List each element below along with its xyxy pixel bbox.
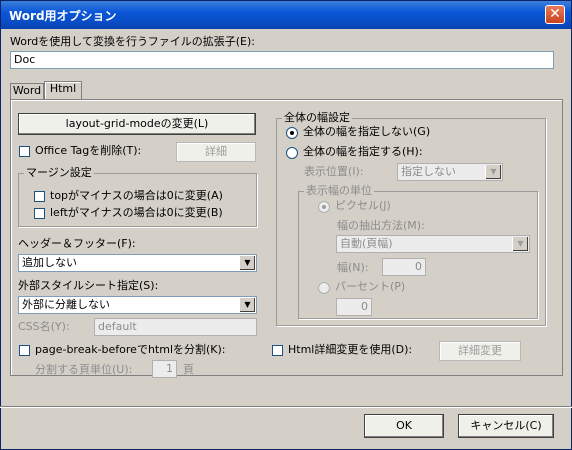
position-value: 指定しない bbox=[401, 165, 456, 178]
external-style-select[interactable]: 外部に分離しない ▼ bbox=[18, 296, 257, 314]
page-break-checkbox[interactable] bbox=[19, 345, 30, 356]
close-icon: ✕ bbox=[549, 6, 561, 22]
footer-separator bbox=[0, 406, 572, 408]
width-settings-title: 全体の幅設定 bbox=[282, 111, 352, 125]
tab-html[interactable]: Html bbox=[44, 81, 82, 99]
radio-pixel-label: ピクセル(J) bbox=[335, 199, 391, 212]
radio-pixel[interactable] bbox=[318, 201, 330, 213]
page-unit-label: 分割する頁単位(U): bbox=[35, 363, 133, 376]
radio-width-not-specified-label: 全体の幅を指定しない(G) bbox=[303, 125, 431, 138]
office-tag-label: Office Tagを削除(T): bbox=[35, 144, 142, 157]
office-tag-checkbox[interactable] bbox=[19, 146, 30, 157]
html-detail-label: Html詳細変更を使用(D): bbox=[288, 343, 413, 356]
css-name-label: CSS名(Y): bbox=[18, 320, 70, 333]
header-footer-label: ヘッダー＆フッター(F): bbox=[18, 237, 136, 250]
html-detail-checkbox[interactable] bbox=[272, 345, 283, 356]
radio-width-not-specified[interactable] bbox=[286, 127, 298, 139]
chevron-down-icon: ▼ bbox=[239, 298, 255, 312]
unit-group-title: 表示幅の単位 bbox=[304, 184, 374, 198]
radio-percent-label: パーセント(P) bbox=[335, 280, 406, 293]
chevron-down-icon: ▼ bbox=[512, 237, 528, 251]
header-footer-select[interactable]: 追加しない ▼ bbox=[18, 254, 257, 272]
page-unit-suffix: 頁 bbox=[183, 363, 194, 376]
extract-method-select[interactable]: 自動(頁幅) ▼ bbox=[336, 235, 530, 253]
extract-method-label: 幅の抽出方法(M): bbox=[337, 219, 425, 232]
radio-width-specified-label: 全体の幅を指定する(H): bbox=[303, 145, 423, 158]
position-select[interactable]: 指定しない ▼ bbox=[397, 163, 503, 181]
chevron-down-icon: ▼ bbox=[485, 165, 501, 179]
external-style-value: 外部に分離しない bbox=[22, 298, 110, 311]
css-name-input[interactable]: default bbox=[94, 318, 257, 336]
width-label: 幅(N): bbox=[337, 261, 369, 274]
percent-input[interactable]: 0 bbox=[336, 298, 372, 316]
radio-width-specified[interactable] bbox=[286, 147, 298, 159]
extension-input[interactable]: Doc bbox=[10, 51, 554, 69]
chevron-down-icon: ▼ bbox=[239, 256, 255, 270]
extension-label: Wordを使用して変換を行うファイルの拡張子(E): bbox=[10, 35, 255, 48]
unit-group bbox=[298, 191, 538, 319]
page-unit-input[interactable]: 1 bbox=[152, 360, 177, 378]
cancel-button[interactable]: キャンセル(C) bbox=[458, 414, 554, 438]
top-margin-checkbox[interactable] bbox=[34, 191, 45, 202]
external-style-label: 外部スタイルシート指定(S): bbox=[18, 279, 159, 292]
width-input[interactable]: 0 bbox=[382, 258, 426, 276]
tab-word[interactable]: Word bbox=[10, 83, 44, 99]
page-break-label: page-break-beforeでhtmlを分割(K): bbox=[35, 343, 226, 356]
html-detail-button[interactable]: 詳細変更 bbox=[439, 341, 521, 361]
margin-group-title: マージン設定 bbox=[24, 166, 94, 180]
detail-button[interactable]: 詳細 bbox=[176, 142, 256, 162]
window-title: Word用オプション bbox=[9, 9, 117, 23]
left-margin-label: leftがマイナスの場合は0に変更(B) bbox=[50, 206, 223, 219]
title-bar[interactable]: Word用オプション ✕ bbox=[1, 1, 571, 29]
extract-method-value: 自動(頁幅) bbox=[340, 237, 393, 250]
position-label: 表示位置(I): bbox=[304, 165, 364, 178]
radio-percent[interactable] bbox=[318, 282, 330, 294]
top-margin-label: topがマイナスの場合は0に変更(A) bbox=[50, 189, 223, 202]
header-footer-value: 追加しない bbox=[22, 256, 77, 269]
close-button[interactable]: ✕ bbox=[545, 5, 565, 24]
ok-button[interactable]: OK bbox=[364, 414, 444, 438]
left-margin-checkbox[interactable] bbox=[34, 208, 45, 219]
layout-grid-button[interactable]: layout-grid-modeの変更(L) bbox=[18, 113, 256, 135]
